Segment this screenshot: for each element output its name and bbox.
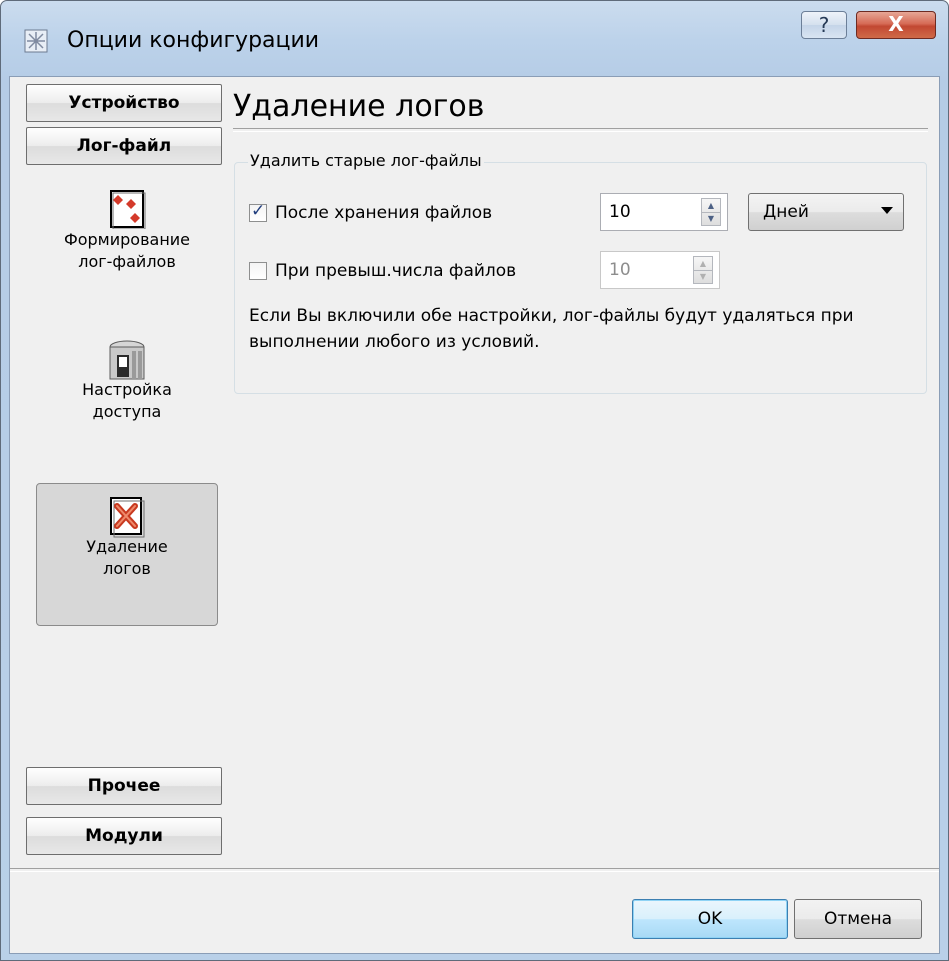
- sidebar-item-label: доступа: [92, 402, 162, 421]
- section-button-device[interactable]: Устройство: [26, 84, 222, 122]
- unit-dropdown[interactable]: Дней: [748, 193, 904, 231]
- log-generation-icon: [107, 189, 147, 230]
- after-storage-checkbox[interactable]: ✓: [249, 201, 267, 222]
- sidebar-item-label: лог-файлов: [78, 252, 176, 271]
- help-button[interactable]: ?: [801, 11, 847, 39]
- window-title: Опции конфигурации: [67, 28, 320, 53]
- footer-divider: [10, 868, 939, 872]
- days-count-value: 10: [609, 202, 631, 222]
- spin-down-icon[interactable]: ▼: [694, 270, 712, 283]
- file-count-stepper[interactable]: 10 ▲ ▼: [600, 251, 720, 289]
- sidebar-item-delete-logs[interactable]: Удаление логов: [36, 483, 218, 626]
- sidebar-item-access-settings[interactable]: Настройка доступа: [37, 339, 217, 469]
- title-bar[interactable]: Опции конфигурации ? X: [1, 1, 948, 76]
- ok-button[interactable]: OK: [632, 899, 788, 939]
- days-count-stepper[interactable]: 10 ▲ ▼: [600, 193, 728, 231]
- title-divider: [233, 128, 928, 132]
- sidebar-item-label: Удаление: [86, 537, 168, 556]
- spin-up-icon[interactable]: ▲: [702, 199, 720, 213]
- group-title: Удалить старые лог-файлы: [248, 151, 484, 170]
- sidebar-item-label: Формирование: [63, 230, 191, 249]
- access-settings-icon: [107, 339, 147, 380]
- file-count-value: 10: [609, 260, 631, 280]
- chevron-down-icon: [881, 207, 893, 214]
- file-count-spin-buttons[interactable]: ▲ ▼: [693, 256, 713, 284]
- hint-text: Если Вы включили обе настройки, лог-файл…: [249, 306, 854, 352]
- page-title: Удаление логов: [233, 89, 485, 124]
- section-button-modules[interactable]: Модули: [26, 817, 222, 855]
- sidebar: Устройство Лог-файл Формирование лог-фай…: [10, 77, 228, 867]
- option-exceed-count[interactable]: При превыш.числа файлов: [249, 261, 516, 281]
- unit-dropdown-value: Дней: [763, 202, 809, 222]
- spin-up-icon[interactable]: ▲: [694, 257, 712, 271]
- sidebar-item-label: логов: [103, 559, 151, 578]
- delete-logs-icon: [107, 496, 147, 538]
- dialog-client-area: Устройство Лог-файл Формирование лог-фай…: [9, 76, 940, 954]
- cancel-button[interactable]: Отмена: [794, 899, 922, 939]
- section-button-other[interactable]: Прочее: [26, 767, 222, 805]
- sidebar-item-log-generation[interactable]: Формирование лог-файлов: [37, 189, 217, 319]
- section-button-log-file[interactable]: Лог-файл: [26, 127, 222, 165]
- days-count-spin-buttons[interactable]: ▲ ▼: [701, 198, 721, 226]
- close-button[interactable]: X: [856, 11, 936, 39]
- app-icon: [24, 29, 48, 53]
- exceed-count-label: При превыш.числа файлов: [275, 261, 517, 281]
- spin-down-icon[interactable]: ▼: [702, 212, 720, 225]
- after-storage-label: После хранения файлов: [275, 203, 493, 223]
- config-options-window: Опции конфигурации ? X Устройство Лог-фа…: [0, 0, 949, 961]
- exceed-count-checkbox[interactable]: [249, 262, 267, 280]
- option-after-storage[interactable]: ✓ После хранения файлов: [249, 201, 493, 223]
